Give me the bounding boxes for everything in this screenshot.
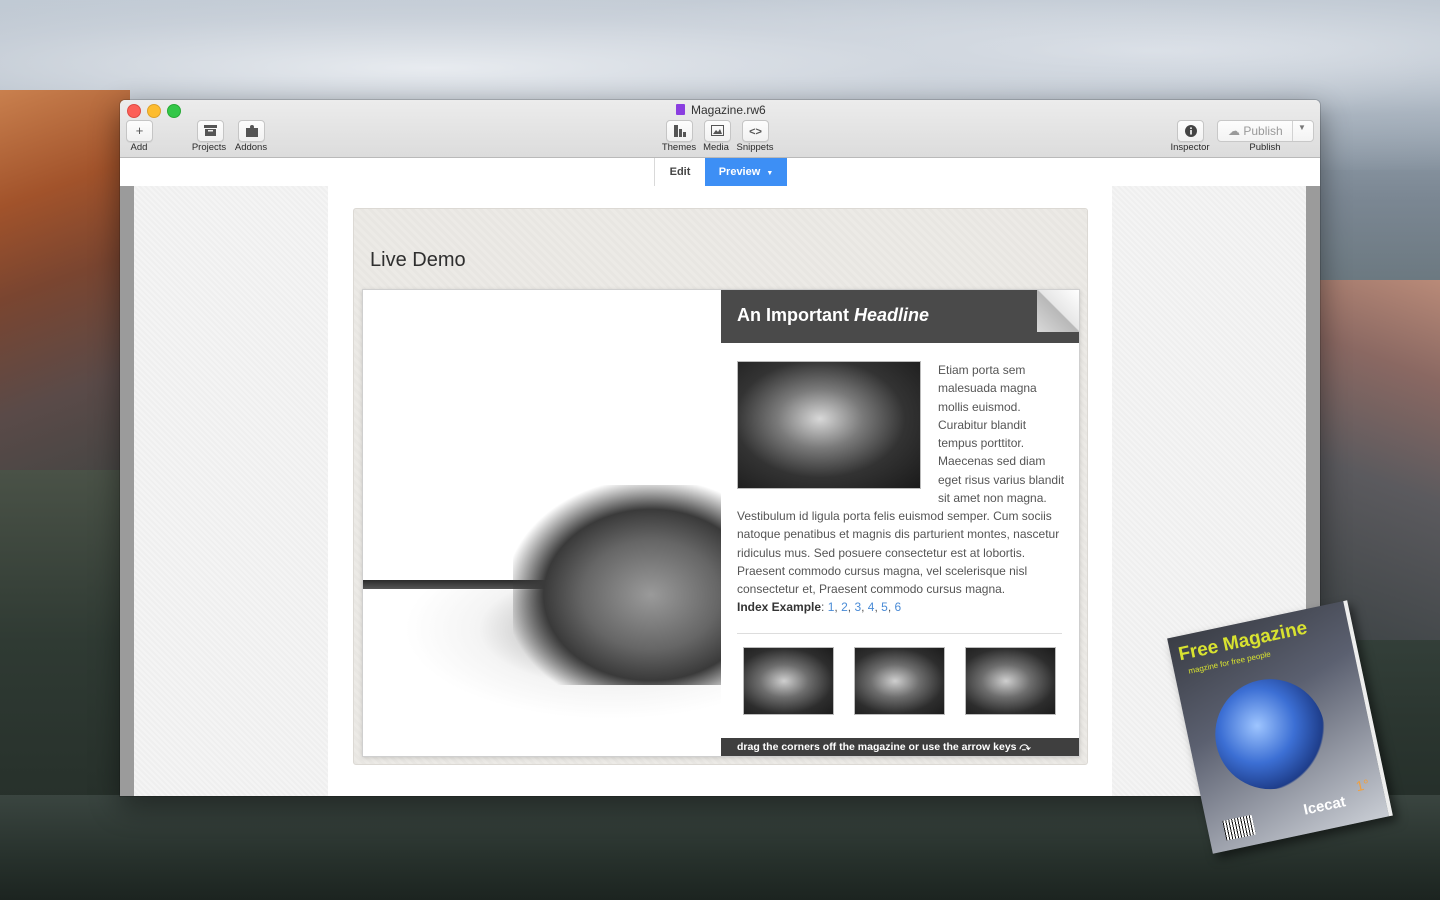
mode-switcher: Edit Preview ▼: [120, 158, 1320, 187]
themes-icon: [673, 125, 686, 137]
chevron-down-icon[interactable]: ▼: [1298, 123, 1306, 132]
close-window-button[interactable]: [127, 104, 141, 118]
article-body-text: Vestibulum id ligula porta felis euismod…: [737, 509, 1060, 597]
index-link-3[interactable]: 3: [854, 600, 861, 614]
inspector-button[interactable]: [1177, 120, 1204, 142]
chevron-down-icon: ▼: [766, 170, 774, 177]
publish-button-label: ☁ Publish: [1228, 124, 1283, 138]
index-link-5[interactable]: 5: [881, 600, 888, 614]
lying-kitten-photo: [513, 485, 721, 685]
archive-box-icon: [204, 125, 217, 136]
section-divider: [737, 633, 1062, 634]
window-title: Magazine.rw6: [676, 103, 766, 117]
barcode-icon: [1222, 814, 1256, 841]
tab-preview-label: Preview: [718, 166, 761, 178]
app-window: Magazine.rw6 + Add Projects Addons Theme…: [120, 100, 1320, 796]
publish-separator: [1292, 121, 1293, 141]
live-demo-container: Live Demo An Important Headline Etiam po…: [353, 208, 1088, 765]
addons-label: Addons: [234, 142, 268, 153]
desktop-rock-right: [1315, 280, 1440, 640]
title-bar: Magazine.rw6 + Add Projects Addons Theme…: [120, 100, 1320, 158]
icecat-logo: [1205, 668, 1336, 800]
index-link-1[interactable]: 1: [828, 600, 835, 614]
desktop-rock-left: [0, 90, 130, 510]
magazine-cover-icon: Free Magazine magzine for free people Ic…: [1167, 600, 1408, 854]
thumbnail-kitten-3[interactable]: [965, 647, 1056, 715]
minimize-window-button[interactable]: [147, 104, 161, 118]
instruction-text: drag the corners off the magazine or use…: [737, 741, 1031, 753]
flip-magazine[interactable]: An Important Headline Etiam porta sem ma…: [362, 289, 1080, 757]
window-title-text: Magazine.rw6: [691, 103, 766, 117]
article-headline: An Important Headline: [737, 305, 929, 326]
code-brackets-icon: <>: [749, 126, 762, 138]
magazine-left-page[interactable]: [363, 290, 721, 756]
headline-part-2: Headline: [854, 305, 930, 325]
index-link-2[interactable]: 2: [841, 600, 848, 614]
publish-label: Publish: [1249, 142, 1281, 153]
kitten-photo: [737, 361, 921, 489]
index-link-6[interactable]: 6: [895, 600, 902, 614]
themes-button[interactable]: [666, 120, 693, 142]
image-icon: [711, 125, 724, 136]
addons-button[interactable]: [238, 120, 265, 142]
cover-issue-number: 1°: [1354, 775, 1371, 795]
tab-preview[interactable]: Preview ▼: [705, 158, 787, 186]
add-button[interactable]: +: [126, 120, 153, 142]
index-example: Index Example: 1, 2, 3, 4, 5, 6: [737, 600, 902, 614]
add-label: Add: [130, 142, 148, 153]
info-icon: [1184, 125, 1197, 137]
index-label: Index Example: [737, 600, 822, 614]
preview-canvas: Live Demo An Important Headline Etiam po…: [120, 186, 1320, 796]
plus-icon: +: [135, 123, 144, 138]
document-icon: [676, 104, 685, 115]
live-demo-title: Live Demo: [370, 249, 466, 271]
headline-part-1: An Important: [737, 305, 854, 325]
inspector-label: Inspector: [1170, 142, 1210, 153]
puzzle-piece-icon: [245, 125, 258, 137]
maximize-window-button[interactable]: [167, 104, 181, 118]
media-button[interactable]: [704, 120, 731, 142]
preview-page: Live Demo An Important Headline Etiam po…: [328, 186, 1112, 796]
article-side-text: Etiam porta sem malesuada magna mollis e…: [938, 363, 1065, 506]
instruction-bar: drag the corners off the magazine or use…: [721, 738, 1079, 756]
projects-button[interactable]: [197, 120, 224, 142]
thumbnail-kitten-1[interactable]: [743, 647, 834, 715]
cloud-icon: ☁: [1228, 124, 1240, 138]
snippets-label: Snippets: [736, 142, 774, 153]
page-curl-corner[interactable]: [1037, 290, 1079, 332]
thumbnail-kitten-2[interactable]: [854, 647, 945, 715]
canvas-border-left: [120, 186, 134, 796]
index-link-4[interactable]: 4: [868, 600, 875, 614]
headline-bar: An Important Headline: [721, 290, 1079, 343]
cover-page: Free Magazine magzine for free people Ic…: [1167, 600, 1393, 854]
cover-name: Icecat: [1302, 793, 1348, 819]
publish-button[interactable]: ☁ Publish ▼: [1217, 120, 1314, 142]
magazine-right-page[interactable]: An Important Headline Etiam porta sem ma…: [721, 290, 1079, 756]
snippets-button[interactable]: <>: [742, 120, 769, 142]
tab-edit[interactable]: Edit: [654, 158, 705, 186]
